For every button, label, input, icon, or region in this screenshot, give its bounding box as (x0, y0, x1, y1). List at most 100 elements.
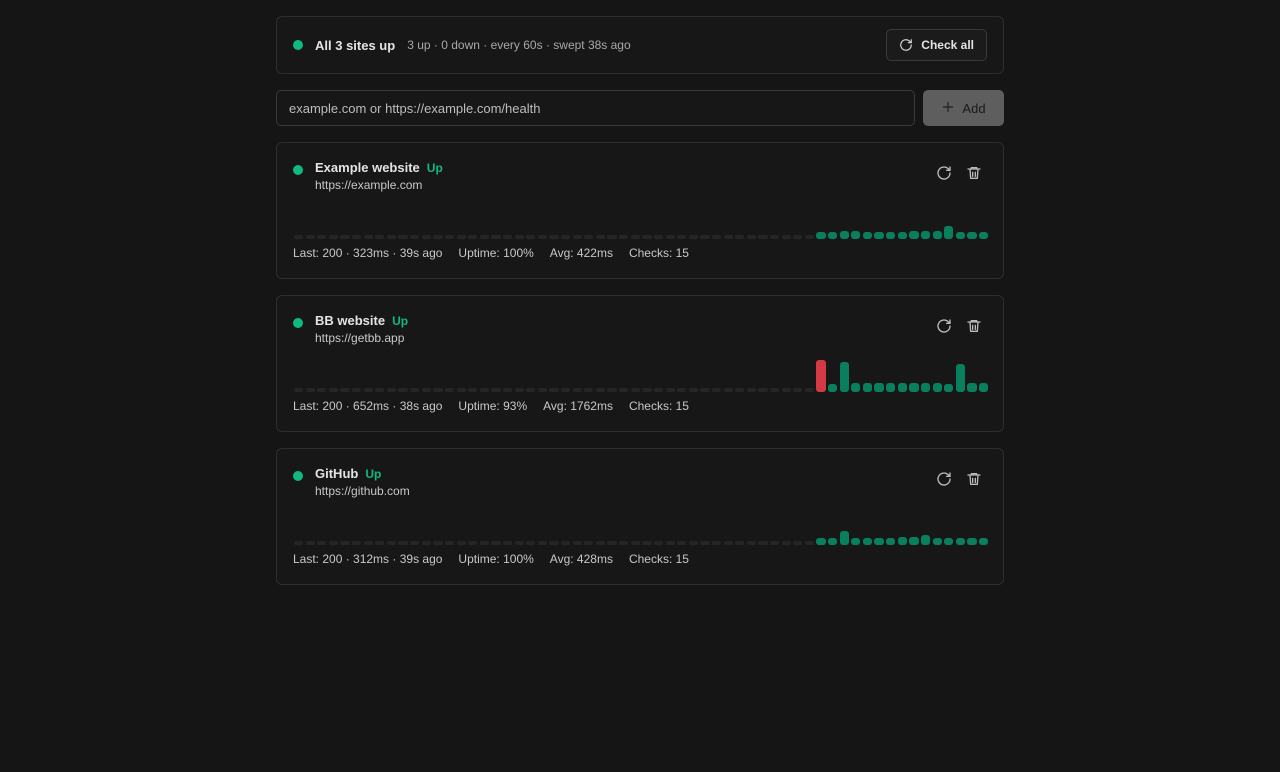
history-bar-up (816, 232, 826, 239)
add-site-form: Add (276, 90, 1004, 126)
history-slot-empty (700, 235, 710, 239)
history-slot-empty (317, 235, 327, 239)
history-slot-empty (352, 235, 362, 239)
history-bar-up (851, 383, 861, 392)
history-slot-empty (653, 235, 664, 239)
site-status: Up (365, 467, 382, 481)
recheck-button[interactable] (935, 316, 953, 336)
avg-response: Avg: 428ms (549, 552, 613, 566)
site-meta: Last: 200 · 312ms · 39s ago Uptime: 100%… (293, 552, 689, 566)
history-slot-empty (526, 388, 536, 392)
history-slot-empty (572, 388, 582, 392)
history-slot-empty (317, 388, 327, 392)
history-slot-empty (410, 235, 420, 239)
history-slot-empty (386, 541, 397, 545)
trash-icon (967, 167, 981, 179)
history-slot-empty (688, 235, 698, 239)
history-slot-empty (642, 235, 652, 239)
history-slot-empty (711, 541, 722, 545)
history-slot-empty (677, 388, 687, 392)
history-slot-empty (421, 235, 431, 239)
history-slot-empty (549, 541, 559, 545)
site-url: https://getbb.app (315, 331, 405, 345)
history-slot-empty (444, 388, 455, 392)
site-meta: Last: 200 · 652ms · 38s ago Uptime: 93% … (293, 399, 689, 413)
monitor-app: All 3 sites up 3 up · 0 down · every 60s… (276, 16, 1004, 585)
history-slot-empty (363, 541, 373, 545)
history-slot-empty (735, 235, 745, 239)
check-all-button[interactable]: Check all (886, 29, 987, 61)
recheck-button[interactable] (935, 163, 953, 183)
site-status-dot (293, 471, 303, 481)
history-slot-empty (665, 388, 675, 392)
uptime: Uptime: 100% (458, 246, 534, 260)
history-slot-empty (665, 235, 675, 239)
refresh-icon (937, 319, 951, 333)
site-status: Up (426, 161, 443, 175)
add-site-button[interactable]: Add (923, 90, 1004, 126)
history-slot-empty (502, 388, 513, 392)
response-history (294, 507, 989, 545)
history-slot-empty (653, 541, 664, 545)
history-bar-up (920, 535, 931, 545)
history-slot-empty (352, 388, 362, 392)
history-slot-empty (514, 235, 524, 239)
history-slot-empty (746, 388, 756, 392)
history-slot-empty (526, 541, 536, 545)
refresh-icon (899, 38, 913, 52)
uptime: Uptime: 100% (458, 552, 534, 566)
history-slot-empty (305, 388, 315, 392)
history-slot-empty (514, 388, 524, 392)
history-slot-empty (491, 541, 501, 545)
history-bar-up (909, 383, 919, 392)
history-slot-empty (479, 235, 489, 239)
history-bar-up (944, 384, 954, 392)
history-slot-empty (363, 388, 373, 392)
site-url-input[interactable] (276, 90, 915, 126)
avg-response: Avg: 422ms (549, 246, 613, 260)
history-slot-empty (398, 541, 408, 545)
delete-button[interactable] (965, 163, 983, 183)
history-slot-empty (804, 388, 815, 392)
history-bar-up (932, 383, 942, 392)
history-slot-empty (421, 388, 431, 392)
delete-button[interactable] (965, 469, 983, 489)
history-slot-empty (433, 235, 443, 239)
history-bar-up (886, 383, 896, 392)
history-slot-empty (700, 541, 710, 545)
history-slot-empty (746, 541, 756, 545)
recheck-button[interactable] (935, 469, 953, 489)
history-slot-empty (410, 541, 420, 545)
history-bar-up (828, 538, 838, 545)
last-check: Last: 200 · 323ms · 39s ago (293, 246, 443, 260)
history-slot-empty (328, 388, 339, 392)
site-card: Example website Up https://example.com L… (276, 142, 1004, 279)
summary-title: All 3 sites up (315, 37, 396, 53)
history-bar-up (944, 538, 954, 545)
plus-icon (941, 100, 955, 117)
history-slot-empty (294, 541, 304, 545)
history-bar-up (920, 383, 931, 392)
history-slot-empty (375, 235, 385, 239)
history-slot-empty (561, 235, 571, 239)
trash-icon (967, 320, 981, 332)
history-slot-empty (746, 235, 756, 239)
check-all-label: Check all (921, 38, 974, 52)
history-slot-empty (758, 388, 768, 392)
history-bar-up (967, 538, 977, 545)
check-count: Checks: 15 (628, 246, 689, 260)
history-slot-empty (294, 388, 304, 392)
history-slot-empty (305, 235, 315, 239)
history-slot-empty (584, 235, 594, 239)
history-bar-up (839, 531, 849, 545)
history-slot-empty (619, 388, 629, 392)
history-bar-up (897, 383, 907, 392)
history-slot-empty (375, 541, 385, 545)
delete-button[interactable] (965, 316, 983, 336)
history-bar-up (886, 232, 896, 239)
history-slot-empty (294, 235, 304, 239)
history-slot-empty (665, 541, 675, 545)
history-bar-up (886, 538, 896, 545)
site-status-dot (293, 165, 303, 175)
history-slot-empty (549, 235, 559, 239)
